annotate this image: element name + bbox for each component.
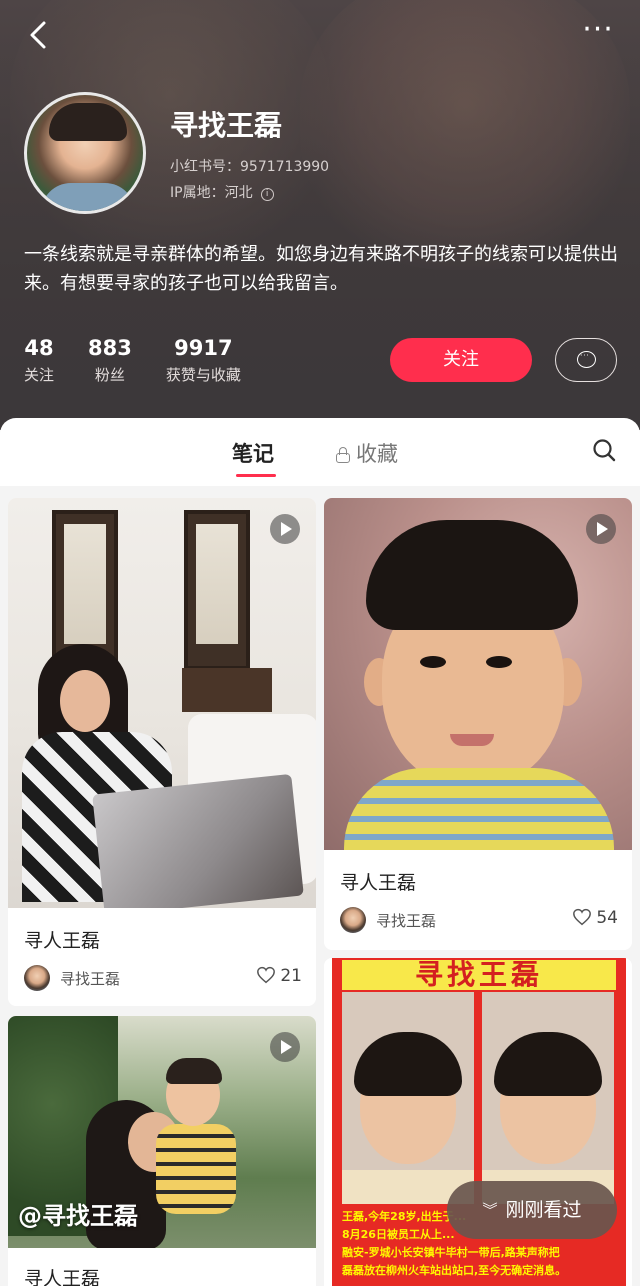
ip-location-text: IP属地：河北 [170,185,253,201]
follow-button[interactable]: 关注 [390,338,532,382]
profile-stats: 48 关注 883 粉丝 9917 获赞与收藏 [24,336,275,396]
back-chevron-icon[interactable] [22,18,56,52]
stat-followers-count: 883 [88,336,132,360]
video-play-icon [270,1032,300,1062]
recently-viewed-label: 刚刚看过 [505,1199,582,1221]
stat-followers[interactable]: 883 粉丝 [88,336,132,396]
message-bubble-icon [577,351,596,368]
video-play-icon [586,514,616,544]
profile-bio: 一条线索就是寻亲群体的希望。如您身边有来路不明孩子的线索可以提供出来。有想要寻家… [24,244,618,294]
notes-feed: 寻人王磊 寻找王磊 21 寻人王磊 寻找王磊 54 @寻找王磊 寻人王磊 寻找王… [0,486,640,1286]
poster-line: 磊磊放在柳州火车站出站口,至今无确定消息。 [342,1264,567,1277]
search-icon[interactable] [592,438,616,462]
note-card[interactable]: 寻人王磊 寻找王磊 21 [8,498,316,1006]
tab-collections[interactable]: 收藏 [336,438,398,468]
heart-icon [573,908,592,926]
profile-id: 小红书号：9571713990 [170,159,330,175]
lock-icon [336,447,350,463]
ip-location: IP属地：河北 i [170,182,274,202]
stat-following-count: 48 [24,336,54,360]
profile-page: ··· 寻找王磊 小红书号：9571713990 IP属地：河北 i 一条线索就是… [0,0,640,1286]
profile-avatar[interactable] [24,92,146,214]
stat-likes-label: 获赞与收藏 [165,366,241,384]
note-title: 寻人王磊 [24,1268,101,1286]
tab-notes[interactable]: 笔记 [232,438,276,477]
like-count-value: 21 [280,966,302,986]
like-count[interactable]: 54 [572,908,618,928]
like-count-value: 54 [596,908,618,928]
author-name: 寻找王磊 [376,912,437,930]
tab-collections-label: 收藏 [356,442,398,466]
poster-banner: 寻找王磊 [342,960,616,990]
poster-line: 融安-罗城小长安镇牛毕村一带后,路某声称把 [342,1246,560,1259]
profile-name: 寻找王磊 [170,109,283,142]
stat-following[interactable]: 48 关注 [24,336,54,396]
like-count[interactable]: 21 [256,966,302,986]
image-watermark: @寻找王磊 [18,1202,138,1230]
note-card[interactable]: @寻找王磊 寻人王磊 [8,1016,316,1286]
more-dots-icon[interactable]: ··· [578,15,618,50]
note-card[interactable]: 寻人王磊 寻找王磊 54 [324,498,632,950]
profile-header: ··· 寻找王磊 小红书号：9571713990 IP属地：河北 i 一条线索就是… [0,0,640,430]
note-cover-image: @寻找王磊 [8,1016,316,1248]
info-icon[interactable]: i [260,188,274,201]
stat-followers-label: 粉丝 [94,366,125,384]
recently-viewed-button[interactable]: ︾ 刚刚看过 [447,1181,617,1239]
content-tabs: 笔记 收藏 [0,418,640,486]
note-cover-image [324,498,632,850]
stat-following-label: 关注 [24,366,55,384]
note-cover-image [8,498,316,908]
double-chevron-down-icon: ︾ [482,1201,498,1219]
message-button[interactable] [555,338,617,382]
note-title: 寻人王磊 [340,872,417,894]
author-name: 寻找王磊 [60,970,121,988]
author-avatar [24,965,50,991]
stat-likes[interactable]: 9917 获赞与收藏 [166,336,241,396]
note-title: 寻人王磊 [24,930,101,952]
author-avatar [340,907,366,933]
stat-likes-count: 9917 [174,336,233,360]
heart-icon [257,966,276,984]
video-play-icon [270,514,300,544]
